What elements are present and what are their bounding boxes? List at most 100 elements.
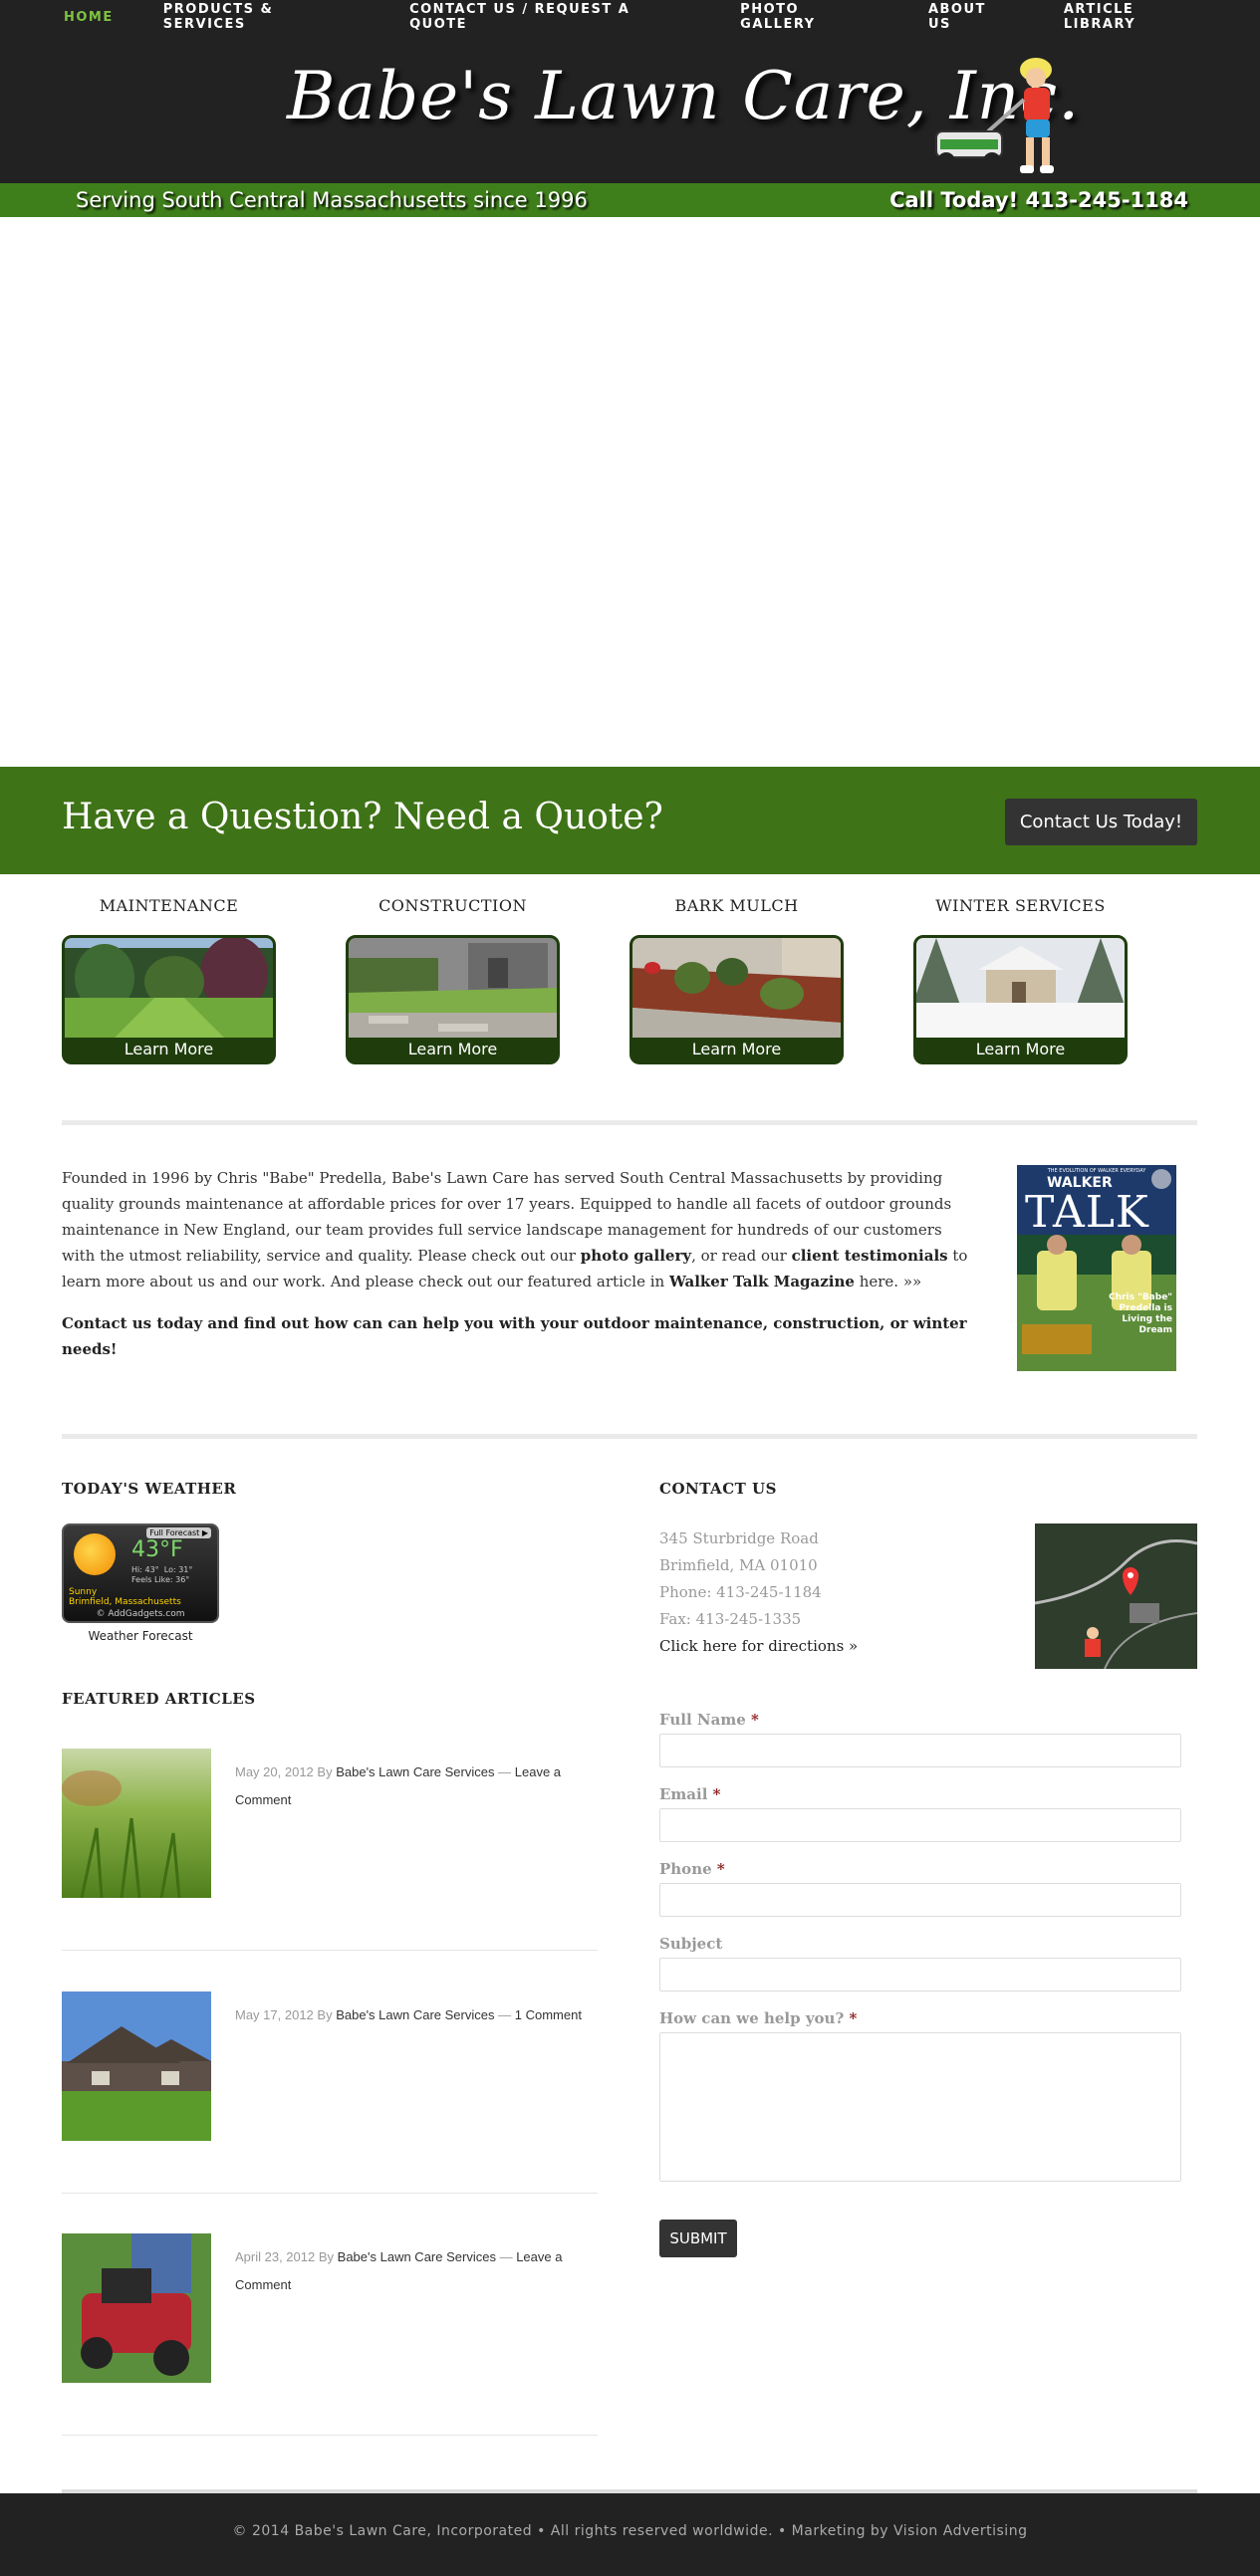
article-thumbnail-grass[interactable] <box>62 1749 211 1898</box>
nav-item-article-library[interactable]: ARTICLE LIBRARY <box>1064 2 1210 32</box>
weather-condition-text: Sunny <box>69 1587 98 1597</box>
learn-more-button[interactable]: Learn More <box>65 1038 273 1061</box>
nav-item-home[interactable]: HOME <box>64 10 114 25</box>
about-intro: Founded in 1996 by Chris "Babe" Predella… <box>62 1165 978 1362</box>
email-label: Email * <box>659 1785 1181 1803</box>
subject-label: Subject <box>659 1935 1181 1953</box>
about-cta-paragraph: Contact us today and find out how can ca… <box>62 1310 978 1362</box>
learn-more-button[interactable]: Learn More <box>916 1038 1125 1061</box>
article-item: April 23, 2012 By Babe's Lawn Care Servi… <box>62 2233 598 2438</box>
site-header: Babe's Lawn Care, Inc. <box>0 34 1260 183</box>
article-author-link[interactable]: Babe's Lawn Care Services <box>336 2007 494 2022</box>
service-construction: CONSTRUCTION Learn More <box>346 896 560 1064</box>
featured-articles-title: FEATURED ARTICLES <box>62 1690 256 1708</box>
article-by: By <box>317 1764 333 1779</box>
contact-address: 345 Sturbridge Road Brimfield, MA 01010 … <box>659 1525 858 1660</box>
email-input[interactable] <box>659 1808 1181 1842</box>
nav-item-products-services[interactable]: PRODUCTS & SERVICES <box>163 2 360 32</box>
message-textarea[interactable] <box>659 2032 1181 2182</box>
weather-condition: Sunny Brimfield, Massachusetts <box>69 1587 181 1607</box>
article-thumbnail-mower[interactable] <box>62 2233 211 2383</box>
required-mark: * <box>716 1860 725 1878</box>
article-thumbnail-house[interactable] <box>62 1991 211 2141</box>
service-title: CONSTRUCTION <box>378 896 527 915</box>
weather-location: Brimfield, Massachusetts <box>69 1597 181 1607</box>
quote-cta-banner: Have a Question? Need a Quote? Contact U… <box>0 767 1260 874</box>
article-comments-link[interactable]: 1 Comment <box>515 2007 582 2022</box>
site-footer: © 2014 Babe's Lawn Care, Incorporated • … <box>0 2493 1260 2576</box>
learn-more-button[interactable]: Learn More <box>632 1038 841 1061</box>
walker-talk-magazine-cover[interactable]: THE EVOLUTION OF WALKER EVERYDAY WALKER … <box>1017 1165 1176 1371</box>
article-item: May 17, 2012 By Babe's Lawn Care Service… <box>62 1991 598 2196</box>
contact-fax: Fax: 413-245-1335 <box>659 1610 802 1628</box>
article-author-link[interactable]: Babe's Lawn Care Services <box>338 2249 496 2264</box>
full-name-label: Full Name * <box>659 1711 1181 1729</box>
article-by: By <box>318 2249 335 2264</box>
service-title: MAINTENANCE <box>99 896 239 915</box>
maintenance-photo <box>65 938 273 1038</box>
article-meta: April 23, 2012 By Babe's Lawn Care Servi… <box>235 2243 598 2299</box>
phone-cta[interactable]: Call Today! 413-245-1184 <box>889 188 1188 212</box>
contact-form: Full Name * Email * Phone * Subject How … <box>659 1711 1181 2257</box>
sunny-icon <box>74 1533 116 1575</box>
nav-link-home[interactable]: HOME <box>64 10 114 25</box>
full-name-input[interactable] <box>659 1734 1181 1767</box>
article-date: April 23, 2012 <box>235 2249 316 2264</box>
client-testimonials-link[interactable]: client testimonials <box>792 1247 948 1265</box>
directions-link[interactable]: Click here for directions » <box>659 1637 858 1655</box>
phone-label: Phone * <box>659 1860 1181 1878</box>
contact-phone: Phone: 413-245-1184 <box>659 1583 822 1601</box>
magazine-caption: Chris "Babe" Predella is Living the Drea… <box>1109 1292 1172 1335</box>
weather-hi: Hi: 43° <box>131 1565 159 1574</box>
service-winter-services: WINTER SERVICES Learn More <box>913 896 1128 1064</box>
service-title: BARK MULCH <box>674 896 799 915</box>
learn-more-button[interactable]: Learn More <box>349 1038 557 1061</box>
service-card-winter-services[interactable]: Learn More <box>913 935 1128 1064</box>
nav-link-article-library[interactable]: ARTICLE LIBRARY <box>1064 2 1135 32</box>
service-card-bark-mulch[interactable]: Learn More <box>630 935 844 1064</box>
weather-section-title: TODAY'S WEATHER <box>62 1480 237 1498</box>
photo-gallery-link[interactable]: photo gallery <box>581 1247 691 1265</box>
about-paragraph: Founded in 1996 by Chris "Babe" Predella… <box>62 1165 978 1294</box>
email-label-text: Email <box>659 1785 708 1803</box>
contact-section-title: CONTACT US <box>659 1480 777 1498</box>
mascot-mower-illustration <box>935 58 1054 173</box>
weather-credit[interactable]: © AddGadgets.com <box>64 1609 217 1619</box>
footer-copyright: © 2014 Babe's Lawn Care, Incorporated • … <box>232 2523 1028 2539</box>
nav-link-products-services[interactable]: PRODUCTS & SERVICES <box>163 2 274 32</box>
section-divider <box>62 1120 1197 1125</box>
cta-heading: Have a Question? Need a Quote? <box>62 797 663 837</box>
nav-link-about-us[interactable]: ABOUT US <box>928 2 986 32</box>
article-meta-separator: — <box>498 2007 512 2022</box>
nav-link-contact[interactable]: CONTACT US / REQUEST A QUOTE <box>409 2 630 32</box>
weather-temperature: 43°F <box>131 1537 183 1562</box>
phone-input[interactable] <box>659 1883 1181 1917</box>
tagline-bar: Serving South Central Massachusetts sinc… <box>0 183 1260 217</box>
contact-us-today-button[interactable]: Contact Us Today! <box>1005 799 1197 845</box>
map-image <box>1035 1523 1197 1669</box>
phone-label-text: Phone <box>659 1860 712 1878</box>
submit-button[interactable]: SUBMIT <box>659 2220 737 2257</box>
subject-input[interactable] <box>659 1958 1181 1991</box>
walker-talk-magazine-link[interactable]: Walker Talk Magazine <box>669 1273 855 1290</box>
service-title: WINTER SERVICES <box>935 896 1106 915</box>
nav-link-photo-gallery[interactable]: PHOTO GALLERY <box>740 2 815 32</box>
service-card-construction[interactable]: Learn More <box>346 935 560 1064</box>
service-card-maintenance[interactable]: Learn More <box>62 935 276 1064</box>
nav-item-photo-gallery[interactable]: PHOTO GALLERY <box>740 2 879 32</box>
about-text: , or read our <box>691 1247 792 1265</box>
article-author-link[interactable]: Babe's Lawn Care Services <box>336 1764 494 1779</box>
required-mark: * <box>712 1785 721 1803</box>
weather-feels-like: Feels Like: 36° <box>131 1575 190 1584</box>
weather-widget[interactable]: Full Forecast ▶ 43°F Hi: 43° Lo: 31° Fee… <box>62 1523 219 1623</box>
nav-item-contact[interactable]: CONTACT US / REQUEST A QUOTE <box>409 2 690 32</box>
article-separator <box>62 1950 598 1951</box>
about-cta-text: Contact us today and find out how can ca… <box>62 1314 967 1358</box>
address-street: 345 Sturbridge Road <box>659 1529 819 1547</box>
winter-services-photo <box>916 938 1125 1038</box>
location-map[interactable] <box>1035 1523 1197 1669</box>
article-separator <box>62 2435 598 2436</box>
weather-forecast-caption[interactable]: Weather Forecast <box>62 1629 219 1643</box>
nav-item-about-us[interactable]: ABOUT US <box>928 2 1014 32</box>
weather-hi-lo: Hi: 43° Lo: 31° Feels Like: 36° <box>131 1565 192 1585</box>
